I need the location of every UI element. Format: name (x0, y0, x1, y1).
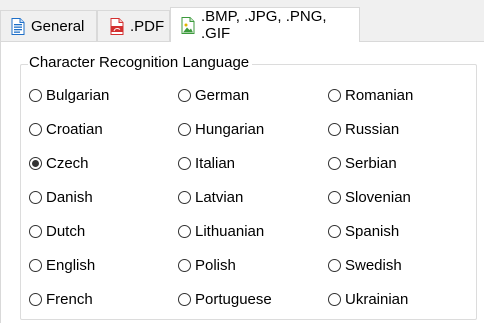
pdf-icon (110, 17, 124, 35)
radio-label: Portuguese (195, 290, 272, 308)
radio-hungarian[interactable]: Hungarian (178, 119, 264, 139)
radio-label: Slovenian (345, 188, 411, 206)
radio-romanian[interactable]: Romanian (328, 85, 413, 105)
radio-portuguese[interactable]: Portuguese (178, 289, 272, 309)
tab-panel: Character Recognition Language Bulgarian… (0, 41, 484, 323)
radio-button[interactable] (328, 224, 341, 238)
radio-russian[interactable]: Russian (328, 119, 399, 139)
radio-button[interactable] (29, 88, 42, 102)
radio-bulgarian[interactable]: Bulgarian (29, 85, 109, 105)
radio-lithuanian[interactable]: Lithuanian (178, 221, 264, 241)
radio-ukrainian[interactable]: Ukrainian (328, 289, 408, 309)
radio-label: Hungarian (195, 120, 265, 138)
radio-button[interactable] (328, 156, 341, 170)
settings-window: General .PDF .BMP, .JPG, .PNG, .GIF Char… (0, 0, 484, 323)
radio-button[interactable] (178, 292, 191, 306)
radio-button[interactable] (29, 292, 42, 306)
radio-label: Italian (195, 154, 236, 172)
radio-button[interactable] (178, 122, 191, 136)
document-icon (11, 17, 25, 35)
radio-button[interactable] (178, 258, 191, 272)
radio-label: Polish (195, 256, 236, 274)
radio-label: Serbian (345, 154, 397, 172)
radio-label: Croatian (46, 120, 103, 138)
radio-slovenian[interactable]: Slovenian (328, 187, 411, 207)
radio-label: Spanish (345, 222, 400, 240)
image-icon (181, 16, 195, 34)
radio-label: Dutch (46, 222, 86, 240)
radio-german[interactable]: German (178, 85, 249, 105)
radio-latvian[interactable]: Latvian (178, 187, 243, 207)
radio-serbian[interactable]: Serbian (328, 153, 397, 173)
radio-button[interactable] (328, 88, 341, 102)
groupbox-title: Character Recognition Language (28, 54, 253, 72)
tab-pdf[interactable]: .PDF (97, 10, 170, 41)
tab-image-formats[interactable]: .BMP, .JPG, .PNG, .GIF (170, 7, 360, 42)
radio-label: Lithuanian (195, 222, 265, 240)
radio-dutch[interactable]: Dutch (29, 221, 85, 241)
radio-button[interactable] (178, 156, 191, 170)
radio-swedish[interactable]: Swedish (328, 255, 402, 275)
radio-label: Russian (345, 120, 400, 138)
radio-spanish[interactable]: Spanish (328, 221, 399, 241)
radio-label: Romanian (345, 86, 414, 104)
radio-button[interactable] (178, 88, 191, 102)
radio-label: German (195, 86, 250, 104)
radio-label: Czech (46, 154, 89, 172)
radio-label: English (46, 256, 96, 274)
radio-label: Swedish (345, 256, 402, 274)
radio-button[interactable] (29, 224, 42, 238)
radio-danish[interactable]: Danish (29, 187, 93, 207)
tab-image-formats-label: .BMP, .JPG, .PNG, .GIF (201, 8, 327, 42)
radio-button[interactable] (29, 190, 42, 204)
radio-button[interactable] (328, 122, 341, 136)
tab-general[interactable]: General (0, 10, 97, 41)
radio-button[interactable] (328, 292, 341, 306)
radio-label: Danish (46, 188, 93, 206)
radio-italian[interactable]: Italian (178, 153, 235, 173)
tab-strip: General .PDF .BMP, .JPG, .PNG, .GIF (0, 0, 484, 42)
radio-button[interactable] (178, 224, 191, 238)
radio-label: Latvian (195, 188, 244, 206)
radio-polish[interactable]: Polish (178, 255, 236, 275)
radio-french[interactable]: French (29, 289, 93, 309)
radio-croatian[interactable]: Croatian (29, 119, 103, 139)
radio-button-selected[interactable] (29, 156, 42, 170)
radio-button[interactable] (29, 258, 42, 272)
radio-button[interactable] (178, 190, 191, 204)
radio-czech[interactable]: Czech (29, 153, 89, 173)
radio-label: Bulgarian (46, 86, 110, 104)
tab-general-label: General (31, 17, 85, 35)
tab-pdf-label: .PDF (130, 17, 165, 35)
radio-button[interactable] (328, 258, 341, 272)
radio-button[interactable] (29, 122, 42, 136)
radio-english[interactable]: English (29, 255, 95, 275)
radio-button[interactable] (328, 190, 341, 204)
radio-label: Ukrainian (345, 290, 409, 308)
radio-label: French (46, 290, 93, 308)
